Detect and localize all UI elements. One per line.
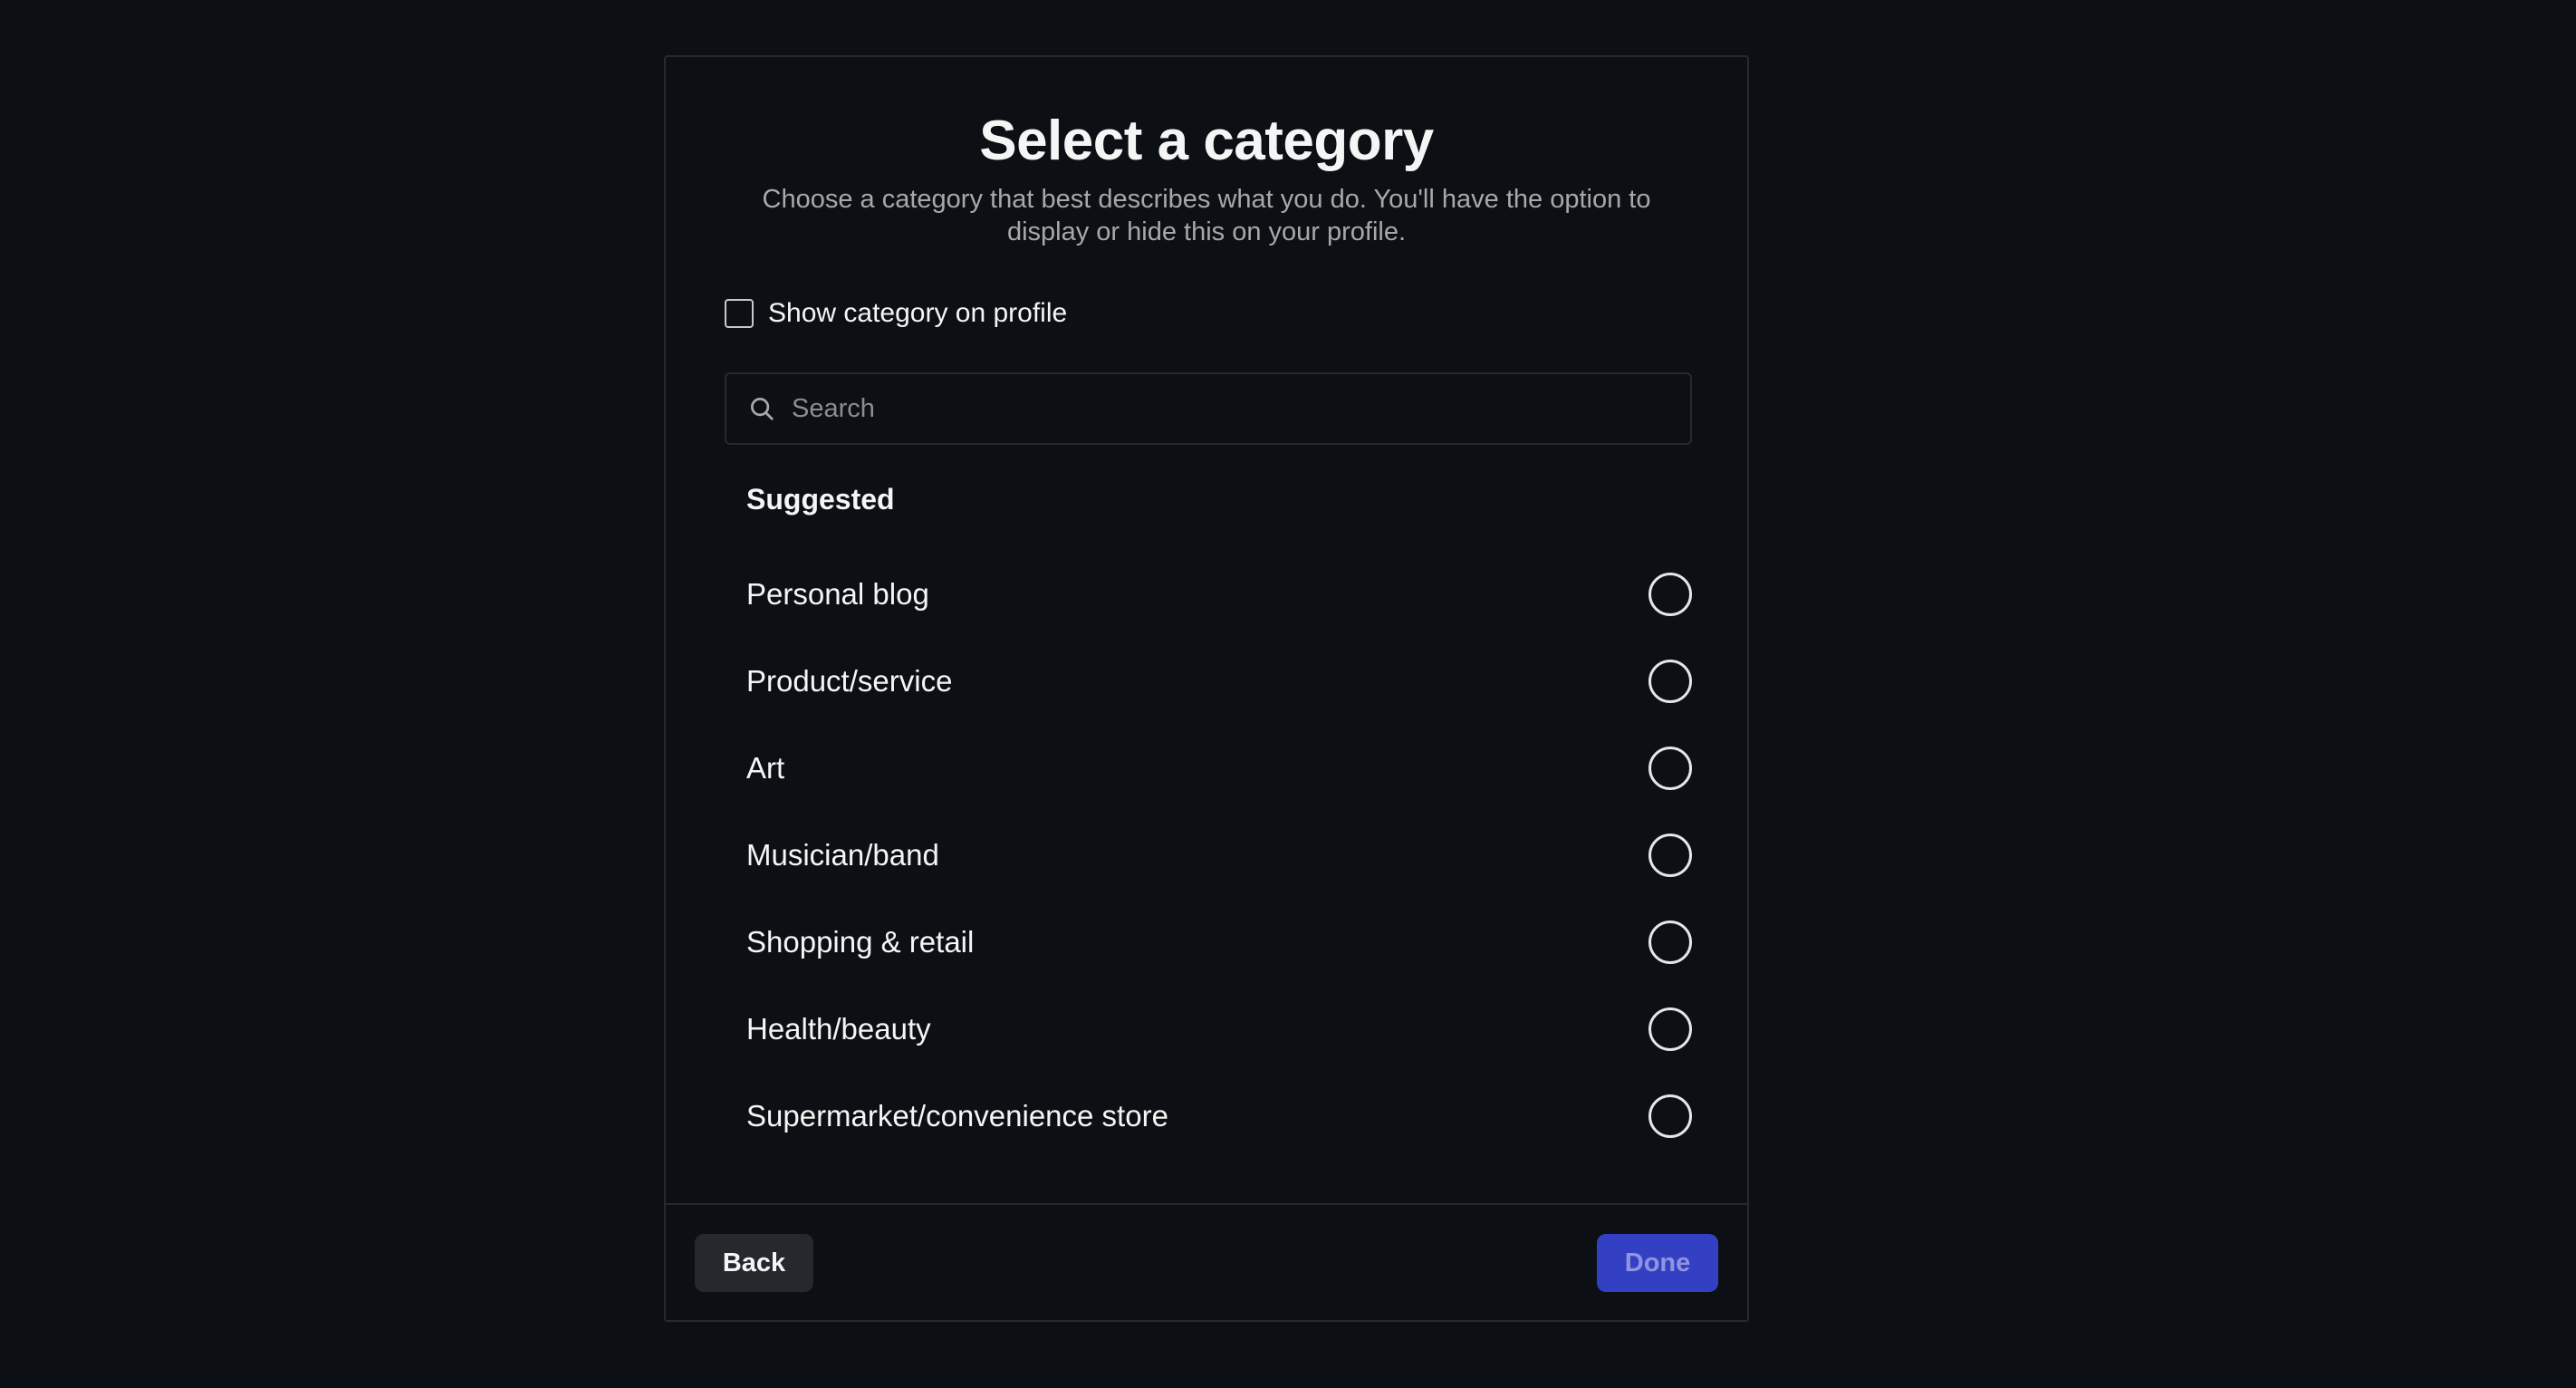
show-category-toggle[interactable]: Show category on profile <box>725 298 1067 329</box>
category-item-art[interactable]: Art <box>746 725 1692 812</box>
category-radio[interactable] <box>1648 834 1692 877</box>
section-title-suggested: Suggested <box>746 483 895 516</box>
category-radio[interactable] <box>1648 660 1692 703</box>
search-input[interactable] <box>790 374 1690 443</box>
category-item-musician-band[interactable]: Musician/band <box>746 812 1692 899</box>
modal-content: Select a category Choose a category that… <box>666 57 1747 1207</box>
category-list: Personal blog Product/service Art Musici… <box>746 551 1692 1160</box>
category-radio[interactable] <box>1648 747 1692 790</box>
category-radio[interactable] <box>1648 1094 1692 1138</box>
category-label: Health/beauty <box>746 1012 931 1046</box>
category-radio[interactable] <box>1648 921 1692 964</box>
category-label: Musician/band <box>746 838 939 872</box>
modal-footer: Back Done <box>666 1203 1747 1320</box>
category-label: Product/service <box>746 664 953 698</box>
back-button[interactable]: Back <box>695 1234 813 1292</box>
page-title: Select a category <box>979 110 1434 172</box>
category-item-supermarket[interactable]: Supermarket/convenience store <box>746 1073 1692 1160</box>
category-label: Supermarket/convenience store <box>746 1099 1168 1133</box>
category-label: Art <box>746 751 785 785</box>
search-icon <box>748 395 775 422</box>
search-box[interactable] <box>725 372 1692 445</box>
category-item-personal-blog[interactable]: Personal blog <box>746 551 1692 638</box>
category-label: Shopping & retail <box>746 925 975 959</box>
done-button[interactable]: Done <box>1597 1234 1718 1292</box>
show-category-label: Show category on profile <box>768 298 1068 328</box>
category-modal: Select a category Choose a category that… <box>664 55 1749 1322</box>
category-item-health-beauty[interactable]: Health/beauty <box>746 986 1692 1073</box>
show-category-checkbox[interactable] <box>725 299 754 328</box>
category-item-shopping-retail[interactable]: Shopping & retail <box>746 899 1692 986</box>
category-radio[interactable] <box>1648 573 1692 616</box>
category-item-product-service[interactable]: Product/service <box>746 638 1692 725</box>
page-subtitle: Choose a category that best describes wh… <box>762 185 1651 246</box>
category-label: Personal blog <box>746 577 929 611</box>
category-radio[interactable] <box>1648 1007 1692 1051</box>
